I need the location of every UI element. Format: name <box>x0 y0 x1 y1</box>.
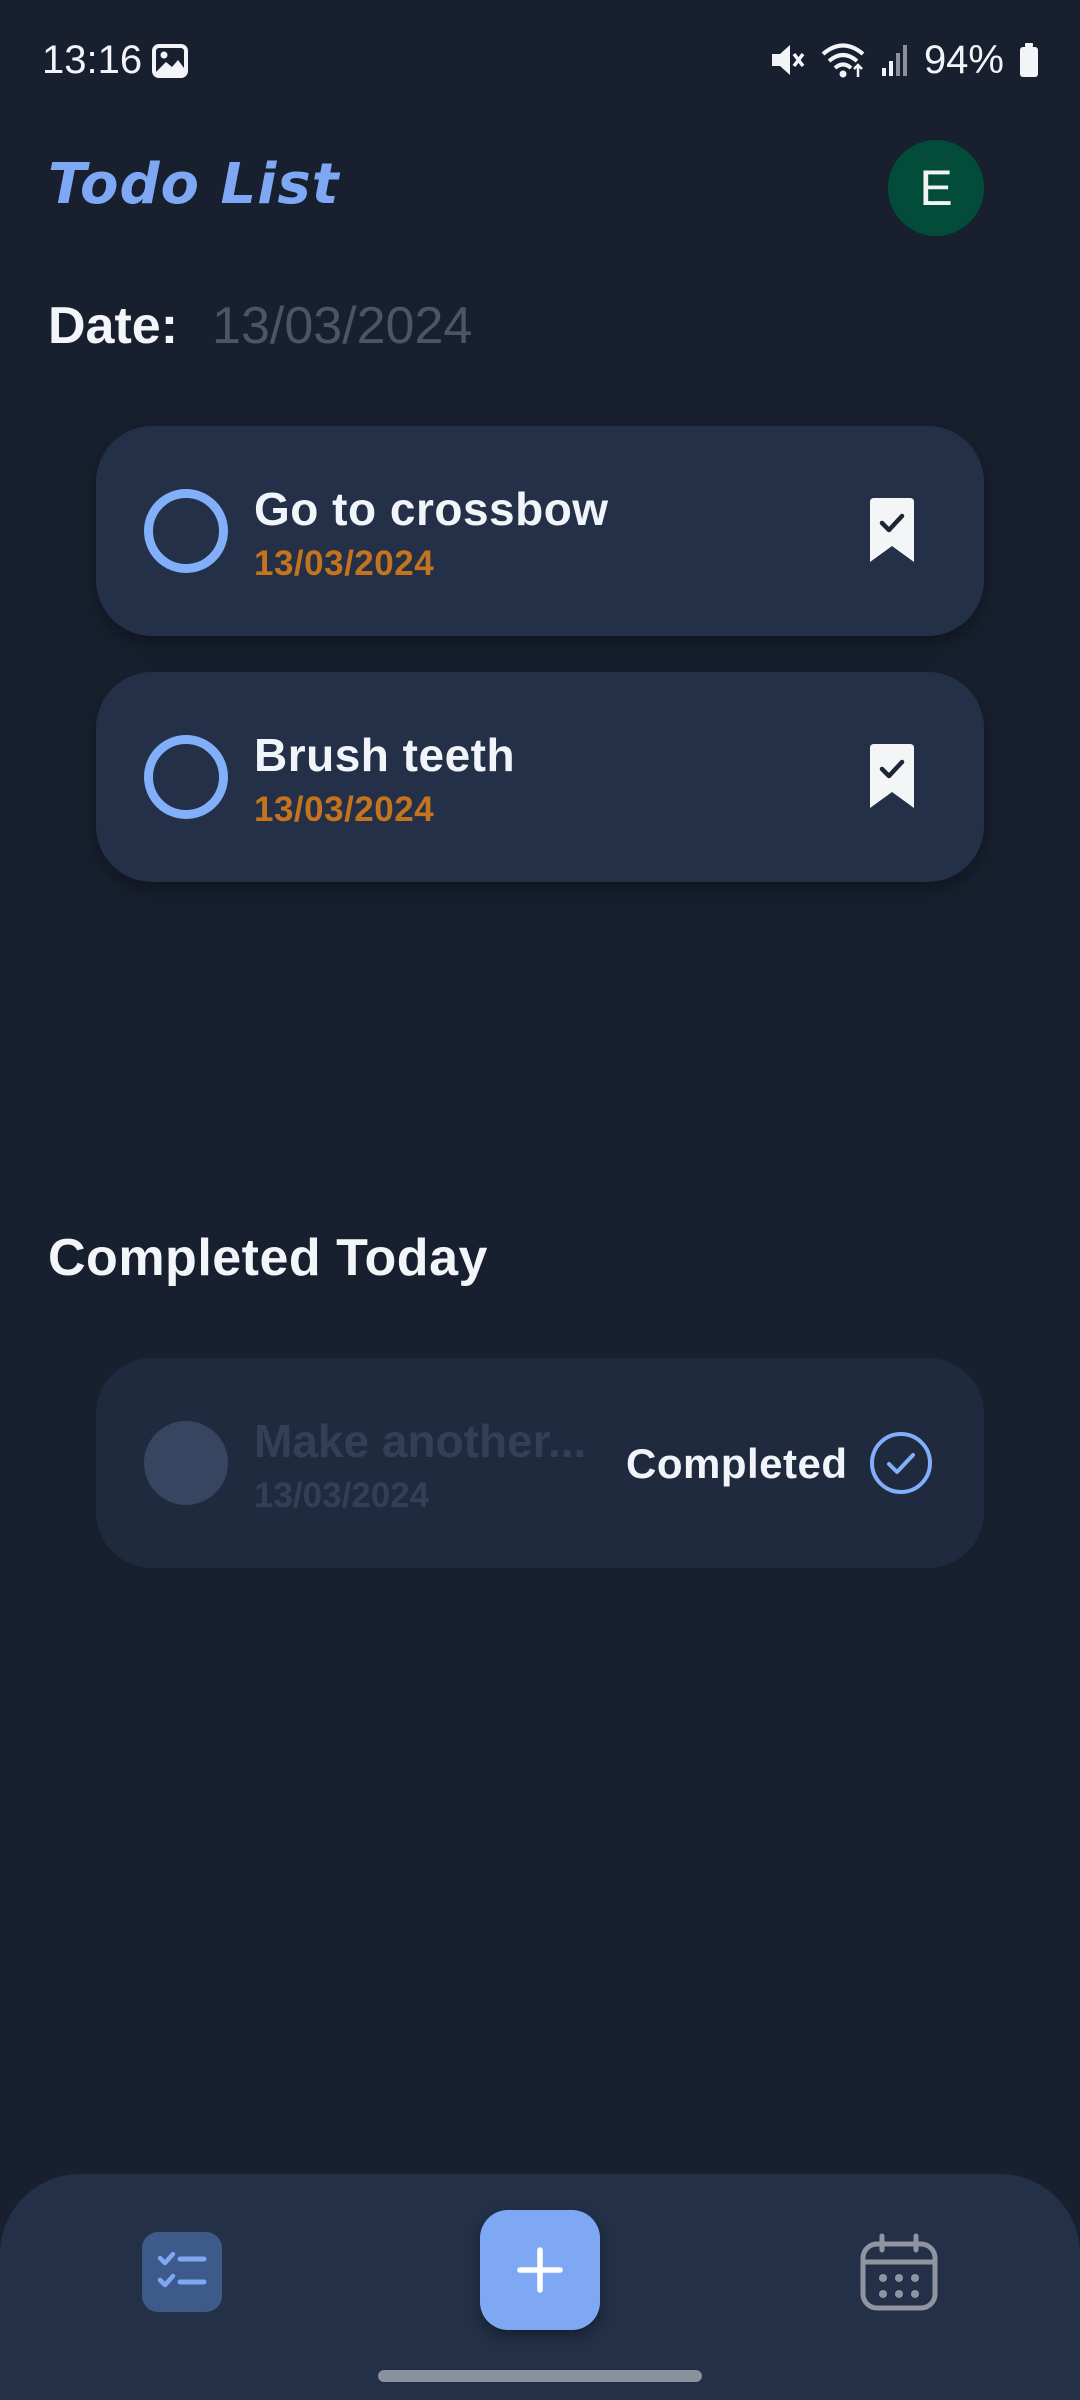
check-circle-icon[interactable] <box>868 1430 934 1496</box>
home-indicator[interactable] <box>378 2370 702 2382</box>
bookmark-check-icon[interactable] <box>866 496 918 564</box>
gallery-icon <box>152 44 188 78</box>
completed-section-title: Completed Today <box>48 1229 488 1287</box>
battery-icon <box>1020 43 1038 77</box>
tasks-icon <box>157 2251 207 2288</box>
bookmark-check-icon[interactable] <box>866 742 918 810</box>
date-row: Date: 13/03/2024 <box>48 296 472 356</box>
add-todo-button[interactable] <box>480 2210 600 2330</box>
status-time: 13:16 <box>42 38 143 82</box>
todo-complete-toggle[interactable] <box>144 735 228 819</box>
completed-status-label: Completed <box>626 1440 848 1487</box>
completed-todo-item[interactable]: Make another... 13/03/2024 Completed <box>96 1358 984 1568</box>
completed-todo-title: Make another... <box>254 1415 587 1467</box>
wifi-icon <box>821 43 865 78</box>
screen: 13:16 94% Todo List E Date: 13/03/2024 G… <box>0 0 1080 2400</box>
completed-todo-date: 13/03/2024 <box>254 1476 430 1515</box>
todo-item[interactable]: Brush teeth 13/03/2024 <box>96 672 984 882</box>
completed-toggle[interactable] <box>144 1421 228 1505</box>
todo-title: Brush teeth <box>254 729 516 781</box>
battery-percentage: 94% <box>923 37 1004 82</box>
avatar-initial: E <box>919 160 953 216</box>
todo-title: Go to crossbow <box>254 483 609 535</box>
todo-date: 13/03/2024 <box>254 544 435 583</box>
todo-date: 13/03/2024 <box>254 790 435 829</box>
date-label: Date: <box>48 297 179 355</box>
todo-complete-toggle[interactable] <box>144 489 228 573</box>
bottom-nav <box>0 2174 1080 2400</box>
date-picker-value[interactable]: 13/03/2024 <box>212 296 472 356</box>
signal-icon <box>881 45 907 76</box>
avatar[interactable]: E <box>888 140 984 236</box>
calendar-icon[interactable] <box>858 2232 940 2314</box>
add-icon <box>517 2247 563 2293</box>
todo-item[interactable]: Go to crossbow 13/03/2024 <box>96 426 984 636</box>
status-bar: 13:16 94% <box>0 0 1080 120</box>
app-title: Todo List <box>48 152 340 217</box>
nav-tasks-button[interactable] <box>142 2232 222 2312</box>
status-icons: 94% <box>768 36 1040 84</box>
mute-icon <box>771 45 805 75</box>
